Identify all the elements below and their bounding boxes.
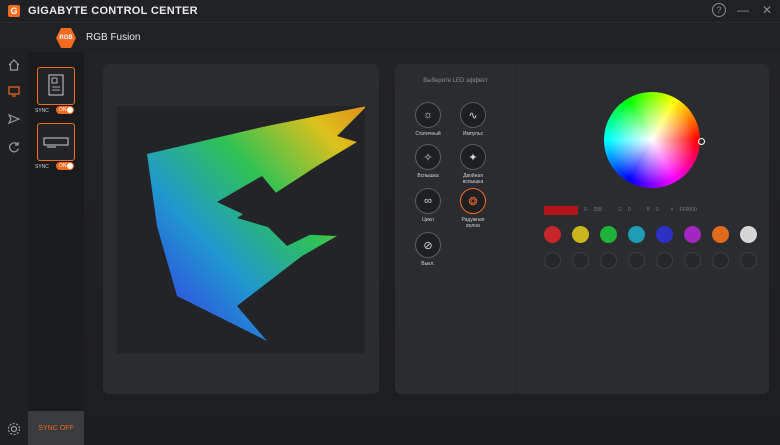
module-title: RGB Fusion — [86, 32, 141, 43]
effect-label: Двойная вспышка — [462, 173, 484, 185]
r-label: R — [584, 207, 588, 213]
graphics-card-icon — [43, 137, 69, 148]
sync-label: SYNC — [35, 108, 49, 114]
preset-colors — [544, 226, 757, 243]
hex-input[interactable]: FF0000 — [680, 207, 697, 213]
cycle-icon: ∞ — [415, 188, 441, 214]
custom-color-slot[interactable] — [740, 252, 757, 269]
preset-color-purple[interactable] — [684, 226, 701, 243]
hex-label: # — [670, 207, 674, 213]
sync-off-button[interactable]: SYNC OFF — [28, 411, 84, 445]
device-list: SYNC ON SYNC ON — [28, 52, 84, 445]
main-area: Выберите LED эффект ☼ Статичный ∿ Импуль… — [84, 52, 780, 445]
effect-rainbow-wave[interactable]: ❂ Радужная волна — [458, 188, 488, 229]
effect-label: Статичный — [415, 131, 441, 137]
effect-flash[interactable]: ✧ Вспышка — [413, 144, 443, 179]
preview-panel — [103, 64, 379, 394]
aorus-eagle-logo — [147, 106, 367, 341]
motherboard-icon — [48, 74, 64, 96]
monitor-icon[interactable] — [5, 82, 23, 100]
left-navigation — [0, 52, 29, 445]
g-label: G — [617, 207, 622, 213]
custom-color-slot[interactable] — [600, 252, 617, 269]
preset-color-green[interactable] — [600, 226, 617, 243]
rgb-values-row: R 255 G 0 B 0 # FF0000 — [544, 205, 754, 215]
b-label: B — [646, 207, 650, 213]
pulse-icon: ∿ — [460, 102, 486, 128]
custom-color-slot[interactable] — [656, 252, 673, 269]
gear-icon[interactable] — [5, 420, 23, 438]
off-icon: ⊘ — [415, 232, 441, 258]
preset-color-white[interactable] — [740, 226, 757, 243]
effect-label: Импульс — [462, 131, 484, 137]
flash-icon: ✧ — [415, 144, 441, 170]
g-input[interactable]: 0 — [628, 207, 631, 213]
refresh-icon[interactable] — [5, 138, 23, 156]
custom-color-slot[interactable] — [544, 252, 561, 269]
rgb-fusion-icon: RGB — [56, 28, 76, 48]
effects-title: Выберите LED эффект — [423, 78, 488, 84]
aorus-preview — [117, 106, 367, 354]
sync-toggle-motherboard[interactable]: ON — [56, 106, 74, 114]
preset-color-blue[interactable] — [656, 226, 673, 243]
custom-color-slot[interactable] — [712, 252, 729, 269]
double-flash-icon: ✦ — [460, 144, 486, 170]
effect-static[interactable]: ☼ Статичный — [413, 102, 443, 137]
preset-color-cyan[interactable] — [628, 226, 645, 243]
effect-off[interactable]: ⊘ Выкл. — [413, 232, 443, 267]
close-button[interactable]: ✕ — [760, 3, 774, 17]
current-color-swatch — [544, 205, 578, 215]
r-input[interactable]: 255 — [594, 207, 602, 213]
color-panel: R 255 G 0 B 0 # FF0000 — [516, 64, 769, 394]
custom-color-slot[interactable] — [684, 252, 701, 269]
effect-cycle[interactable]: ∞ Цикл — [413, 188, 443, 223]
help-icon[interactable]: ? — [712, 3, 726, 17]
color-wheel[interactable] — [604, 92, 700, 188]
send-icon[interactable] — [5, 110, 23, 128]
minimize-button[interactable]: — — [736, 3, 750, 17]
rainbow-wave-icon: ❂ — [460, 188, 486, 214]
sync-label: SYNC — [35, 164, 49, 170]
sync-toggle-graphics-card[interactable]: ON — [56, 162, 74, 170]
effect-label: Вспышка — [417, 173, 439, 179]
effect-label: Цикл — [422, 217, 434, 223]
module-header: RGB RGB Fusion — [0, 22, 780, 53]
b-input[interactable]: 0 — [656, 207, 659, 213]
preset-color-yellow[interactable] — [572, 226, 589, 243]
title-bar: G GIGABYTE CONTROL CENTER ? — ✕ — [0, 0, 780, 22]
effect-pulse[interactable]: ∿ Импульс — [458, 102, 488, 137]
effect-label: Выкл. — [421, 261, 435, 267]
app-title: GIGABYTE CONTROL CENTER — [28, 5, 198, 17]
effect-double-flash[interactable]: ✦ Двойная вспышка — [458, 144, 488, 185]
gigabyte-logo-icon: G — [8, 5, 20, 17]
device-motherboard[interactable] — [37, 67, 75, 105]
home-icon[interactable] — [5, 56, 23, 74]
sun-icon: ☼ — [415, 102, 441, 128]
custom-color-slot[interactable] — [628, 252, 645, 269]
preset-color-red[interactable] — [544, 226, 561, 243]
device-graphics-card[interactable] — [37, 123, 75, 161]
effects-panel: Выберите LED эффект ☼ Статичный ∿ Импуль… — [395, 64, 516, 394]
custom-color-slot[interactable] — [572, 252, 589, 269]
custom-colors — [544, 252, 757, 269]
color-wheel-selector[interactable] — [698, 138, 705, 145]
effect-label: Радужная волна — [461, 217, 485, 229]
preset-color-orange[interactable] — [712, 226, 729, 243]
